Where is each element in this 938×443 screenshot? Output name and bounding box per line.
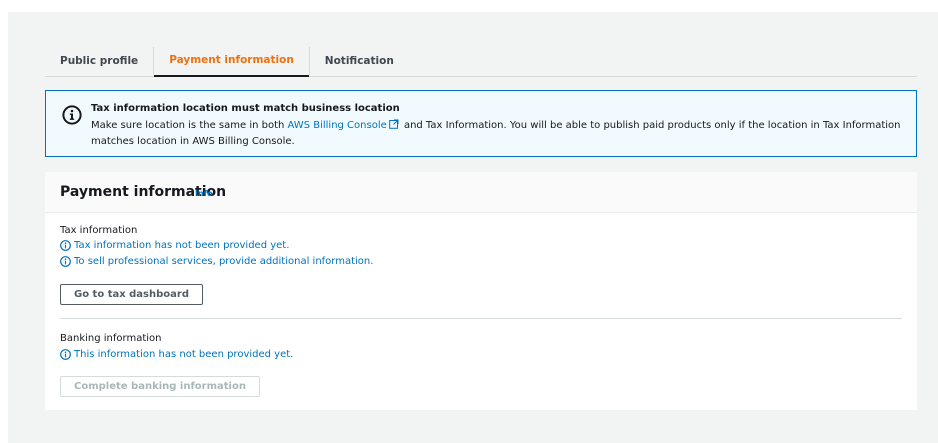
- tab-notification[interactable]: Notification: [310, 45, 409, 77]
- status-text: This information has not been provided y…: [74, 349, 294, 360]
- status-text: To sell professional services, provide a…: [74, 256, 374, 267]
- tab-bar: Public profile Payment information Notif…: [45, 45, 917, 77]
- section-divider: [60, 318, 902, 319]
- tax-status-message: Tax information has not been provided ye…: [60, 240, 289, 251]
- banking-information-label: Banking information: [60, 333, 162, 344]
- alert-title: Tax information location must match busi…: [91, 103, 400, 114]
- info-circle-icon: [60, 240, 71, 251]
- complete-banking-information-button[interactable]: Complete banking information: [60, 376, 260, 397]
- aws-billing-console-link[interactable]: AWS Billing Console: [288, 120, 387, 131]
- banking-status-message: This information has not been provided y…: [60, 349, 293, 360]
- tax-professional-services-message: To sell professional services, provide a…: [60, 256, 373, 267]
- info-link[interactable]: Info: [195, 189, 213, 198]
- tab-payment-information[interactable]: Payment information: [154, 45, 309, 77]
- tab-label: Notification: [324, 55, 394, 67]
- alert-text-before-link: Make sure location is the same in both: [91, 120, 288, 131]
- tab-label: Payment information: [169, 54, 294, 66]
- info-alert: Tax information location must match busi…: [45, 90, 917, 157]
- tab-label: Public profile: [60, 55, 139, 67]
- alert-message: Make sure location is the same in both A…: [91, 118, 901, 150]
- info-icon: [62, 105, 82, 125]
- info-circle-icon: [60, 349, 71, 360]
- status-text: Tax information has not been provided ye…: [74, 240, 290, 251]
- go-to-tax-dashboard-button[interactable]: Go to tax dashboard: [60, 284, 203, 305]
- panel-header: Payment information Info: [45, 172, 917, 213]
- tax-information-label: Tax information: [60, 225, 138, 236]
- external-link-icon: [388, 119, 399, 129]
- payment-information-panel: Payment information Info Tax information…: [45, 172, 917, 410]
- tab-public-profile[interactable]: Public profile: [45, 45, 153, 77]
- info-circle-icon: [60, 256, 71, 267]
